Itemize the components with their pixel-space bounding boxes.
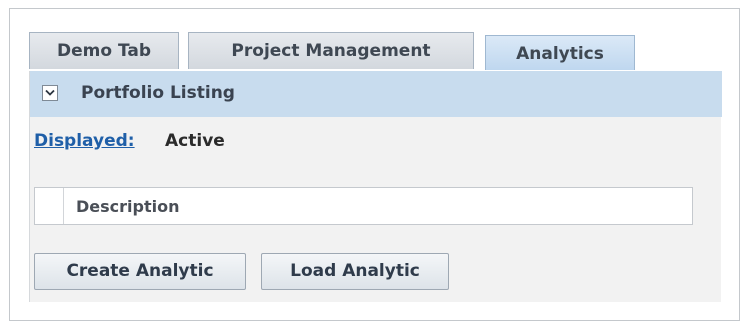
chevron-down-icon (45, 89, 55, 96)
collapse-button[interactable] (42, 85, 58, 101)
row-select-column (35, 188, 64, 224)
displayed-filter-link[interactable]: Displayed: (34, 131, 135, 151)
panel-title: Portfolio Listing (81, 83, 235, 103)
panel-header: Portfolio Listing (30, 71, 722, 117)
load-analytic-button[interactable]: Load Analytic (261, 253, 449, 290)
column-header-description[interactable]: Description (76, 197, 179, 216)
tab-project-management[interactable]: Project Management (188, 32, 474, 69)
create-analytic-button[interactable]: Create Analytic (34, 253, 246, 290)
table-header-row: Description (34, 187, 693, 225)
tab-demo[interactable]: Demo Tab (29, 32, 179, 69)
displayed-filter-value: Active (165, 131, 225, 151)
tab-analytics[interactable]: Analytics (485, 35, 635, 70)
